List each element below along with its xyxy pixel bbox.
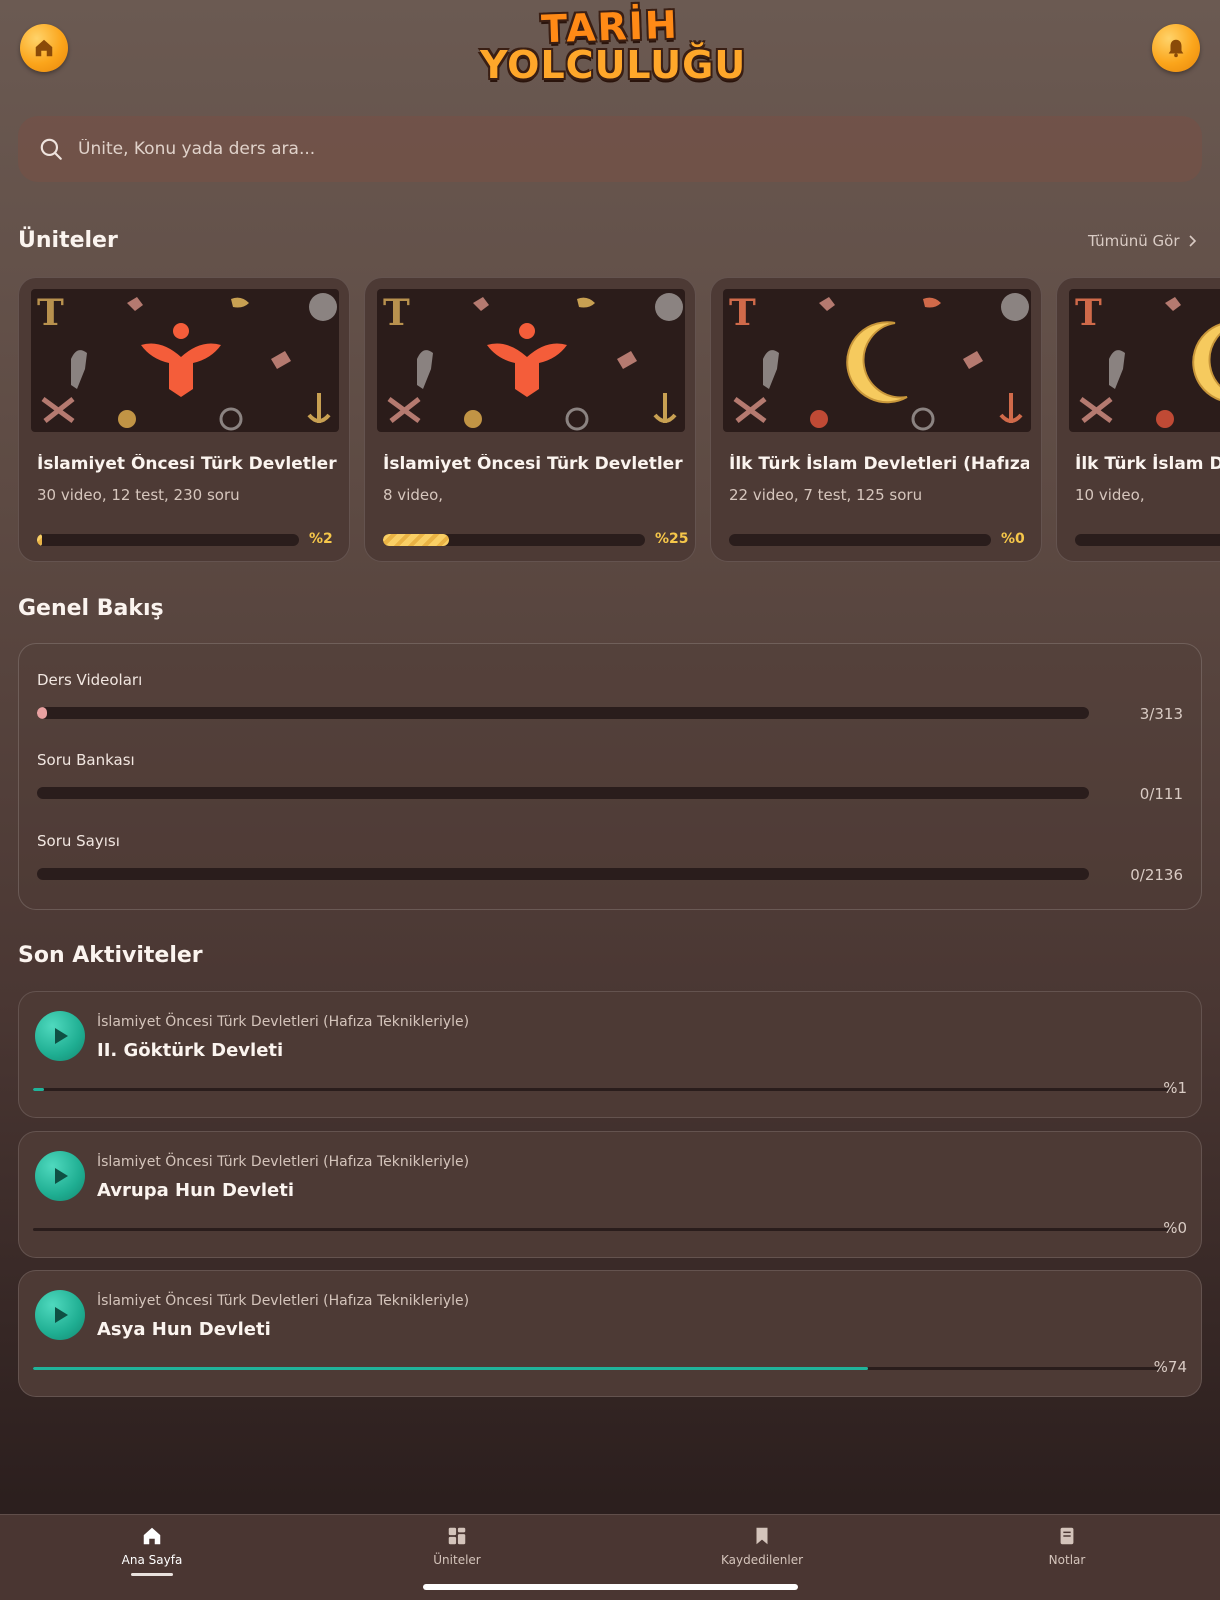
unit-subtitle: 22 video, 7 test, 125 soru	[729, 486, 923, 504]
bell-icon	[1168, 39, 1184, 58]
unit-progress-bar	[383, 534, 645, 546]
unit-progress-label: %25	[655, 531, 689, 547]
unit-card[interactable]: T İlk Türk İslam Devletleri (Hafıza... 2…	[710, 277, 1042, 562]
play-icon	[55, 1168, 68, 1184]
crescent-icon	[1192, 323, 1220, 401]
search-icon	[40, 138, 62, 160]
unit-card[interactable]: T İlk Türk İslam De 10 video,	[1056, 277, 1220, 562]
play-icon	[55, 1307, 68, 1323]
eagle-icon	[141, 323, 221, 397]
activity-unit: İslamiyet Öncesi Türk Devletleri (Hafıza…	[97, 1154, 470, 1170]
crescent-icon	[846, 321, 908, 404]
search-input[interactable]	[78, 139, 978, 159]
grid-icon	[448, 1527, 466, 1545]
play-button[interactable]	[35, 1151, 85, 1201]
nav-item-units[interactable]: Üniteler	[377, 1525, 537, 1567]
unit-title: İlk Türk İslam Devletleri (Hafıza...	[729, 454, 1029, 474]
overview-row-count: 3/313	[1139, 705, 1183, 723]
unit-progress-label: %2	[309, 531, 333, 547]
active-indicator	[131, 1573, 173, 1576]
activity-item[interactable]: İslamiyet Öncesi Türk Devletleri (Hafıza…	[18, 1270, 1202, 1397]
activity-title: II. Göktürk Devleti	[97, 1040, 284, 1061]
activity-title: Asya Hun Devleti	[97, 1319, 271, 1340]
unit-card[interactable]: T İslamiyet Öncesi Türk Devletleri... 30…	[18, 277, 350, 562]
unit-card[interactable]: T İslamiyet Öncesi Türk Devletleri... 8 …	[364, 277, 696, 562]
unit-thumbnail: T	[377, 289, 685, 432]
unit-thumbnail: T	[31, 289, 339, 432]
activity-progress-fill	[33, 1367, 868, 1370]
notebook-icon	[1060, 1527, 1074, 1545]
activity-unit: İslamiyet Öncesi Türk Devletleri (Hafıza…	[97, 1014, 470, 1030]
overview-progress-bar	[37, 707, 1089, 719]
see-all-label: Tümünü Gör	[1088, 232, 1180, 250]
nav-label: Üniteler	[433, 1553, 481, 1567]
unit-progress-fill	[37, 534, 43, 546]
notifications-button[interactable]	[1152, 24, 1200, 72]
overview-card: Ders Videoları 3/313 Soru Bankası 0/111 …	[18, 643, 1202, 910]
svg-text:T: T	[37, 292, 64, 334]
overview-row-label: Ders Videoları	[37, 671, 143, 689]
overview-progress-bar	[37, 787, 1089, 799]
logo-line-2: YOLCULUĞU	[480, 43, 747, 87]
unit-progress-label: %0	[1001, 531, 1025, 547]
activity-progress-label: %1	[1163, 1079, 1187, 1097]
unit-progress-bar	[37, 534, 299, 546]
play-button[interactable]	[35, 1011, 85, 1061]
activity-progress-bar	[33, 1088, 1171, 1091]
see-all-link[interactable]: Tümünü Gör	[1088, 232, 1197, 250]
app-header: TARİH YOLCULUĞU	[0, 0, 1220, 110]
unit-subtitle: 30 video, 12 test, 230 soru	[37, 486, 240, 504]
overview-progress-fill	[37, 707, 48, 719]
activity-progress-label: %74	[1153, 1358, 1187, 1376]
activity-progress-label: %0	[1163, 1219, 1187, 1237]
overview-row-count: 0/111	[1139, 785, 1183, 803]
unit-subtitle: 10 video,	[1075, 486, 1145, 504]
nav-label: Kaydedilenler	[720, 1553, 804, 1567]
overview-progress-bar	[37, 868, 1089, 880]
play-icon	[55, 1028, 68, 1044]
units-section-title: Üniteler	[18, 228, 118, 253]
unit-title: İslamiyet Öncesi Türk Devletleri...	[383, 454, 683, 474]
overview-row-count: 0/2136	[1130, 866, 1183, 884]
activity-title: Avrupa Hun Devleti	[97, 1180, 295, 1201]
nav-item-home[interactable]: Ana Sayfa	[72, 1525, 232, 1576]
eagle-icon	[487, 323, 567, 397]
home-icon	[143, 1527, 161, 1545]
unit-thumbnail: T	[723, 289, 1031, 432]
nav-item-notes[interactable]: Notlar	[987, 1525, 1147, 1567]
overview-row-label: Soru Sayısı	[37, 832, 120, 850]
nav-label: Ana Sayfa	[121, 1553, 183, 1567]
nav-label: Notlar	[1048, 1553, 1086, 1567]
home-button[interactable]	[20, 24, 68, 72]
unit-title: İslamiyet Öncesi Türk Devletleri...	[37, 454, 337, 474]
activity-progress-bar	[33, 1228, 1171, 1231]
app-logo: TARİH YOLCULUĞU	[480, 3, 747, 94]
unit-subtitle: 8 video,	[383, 486, 444, 504]
activities-section-title: Son Aktiviteler	[18, 943, 203, 968]
activity-unit: İslamiyet Öncesi Türk Devletleri (Hafıza…	[97, 1293, 470, 1309]
unit-thumbnail: T	[1069, 289, 1220, 432]
unit-title: İlk Türk İslam De	[1075, 454, 1220, 474]
overview-row-label: Soru Bankası	[37, 751, 135, 769]
chevron-right-icon	[1189, 235, 1197, 247]
unit-progress-bar	[729, 534, 991, 546]
activity-item[interactable]: İslamiyet Öncesi Türk Devletleri (Hafıza…	[18, 991, 1202, 1118]
play-button[interactable]	[35, 1290, 85, 1340]
nav-item-saved[interactable]: Kaydedilenler	[682, 1525, 842, 1567]
activity-item[interactable]: İslamiyet Öncesi Türk Devletleri (Hafıza…	[18, 1131, 1202, 1258]
activity-progress-bar	[33, 1367, 1161, 1370]
activity-progress-fill	[33, 1088, 45, 1091]
svg-text:T: T	[383, 292, 410, 334]
svg-text:T: T	[729, 292, 756, 334]
unit-progress-fill	[383, 534, 449, 546]
bookmark-icon	[756, 1527, 768, 1545]
home-icon	[35, 39, 53, 57]
units-carousel[interactable]: T İslamiyet Öncesi Türk Devletleri... 30…	[18, 277, 1220, 562]
unit-progress-bar	[1075, 534, 1220, 546]
overview-section-title: Genel Bakış	[18, 596, 164, 621]
search-bar[interactable]	[18, 116, 1202, 182]
svg-text:T: T	[1075, 292, 1102, 334]
home-indicator	[423, 1584, 798, 1590]
